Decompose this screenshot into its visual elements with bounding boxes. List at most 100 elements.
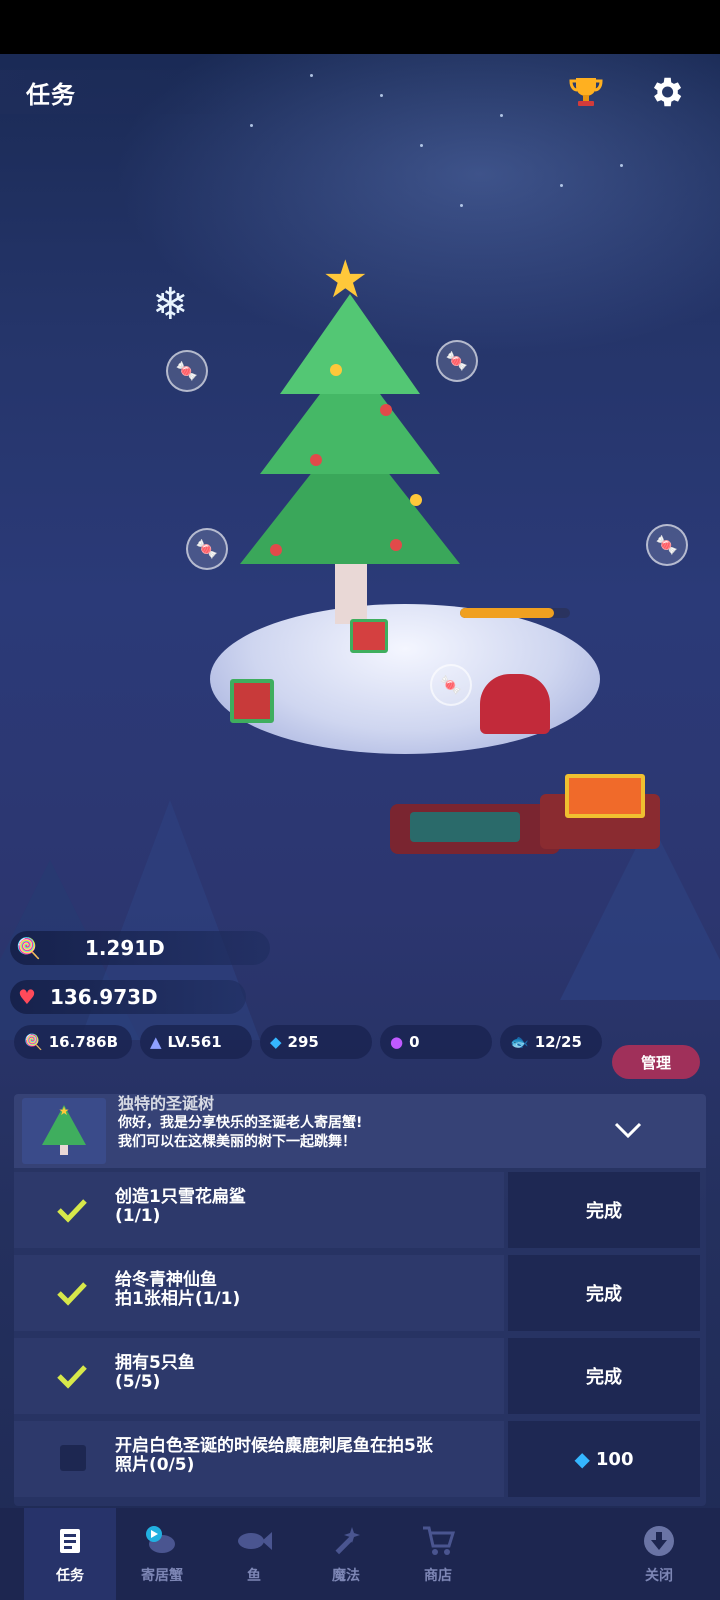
empty-checkbox-icon — [60, 1445, 86, 1471]
intro-line: 我们可以在这棵美丽的树下一起跳舞！ — [118, 1134, 356, 1150]
crab-icon — [144, 1523, 180, 1559]
nav-label: 关闭 — [645, 1568, 673, 1584]
candy-stat: 🍭 1.291D — [10, 931, 270, 965]
nav-tab-magic[interactable]: 魔法 — [300, 1508, 392, 1600]
candy-bubble-icon[interactable]: 🍬 — [186, 528, 228, 570]
ornament — [270, 544, 282, 556]
task-line: 拥有5只鱼 — [115, 1353, 195, 1373]
orb-value: 0 — [409, 1033, 420, 1051]
santa-hat — [480, 674, 550, 734]
candy-bubble-icon[interactable]: 🍬 — [430, 664, 472, 706]
task-line: (1/1) — [115, 1206, 161, 1226]
page-title: 任务 — [0, 70, 230, 114]
task-text: 拥有5只鱼 (5/5) — [115, 1354, 195, 1392]
task-description: 拥有5只鱼 (5/5) — [14, 1338, 504, 1414]
candy-bubble-icon[interactable]: 🍬 — [646, 524, 688, 566]
task-line: 创造1只雪花扁鲨 — [115, 1187, 246, 1207]
task-description: 开启白色圣诞的时候给麋鹿刺尾鱼在拍5张 照片(0/5) — [14, 1421, 504, 1497]
sky-star — [460, 204, 463, 207]
manage-button[interactable]: 管理 — [612, 1045, 700, 1079]
task-row: 拥有5只鱼 (5/5) 完成 — [14, 1338, 706, 1414]
progress-bar — [460, 608, 570, 618]
nav-label: 魔法 — [332, 1568, 360, 1584]
sky-star — [250, 124, 253, 127]
train-panel — [410, 812, 520, 842]
task-row: 开启白色圣诞的时候给麋鹿刺尾鱼在拍5张 照片(0/5) ◆ 100 — [14, 1421, 706, 1497]
sky-star — [310, 74, 313, 77]
sky-star — [500, 114, 503, 117]
complete-button[interactable]: 完成 — [508, 1338, 700, 1414]
candy-value: 1.291D — [84, 936, 165, 960]
complete-button[interactable]: 完成 — [508, 1172, 700, 1248]
gem-count: ◆ 295 — [260, 1025, 372, 1059]
fish-icon — [236, 1523, 272, 1559]
progress-fill — [460, 608, 554, 618]
hearts-stat: ♥ 136.973D — [10, 980, 246, 1014]
task-row: 创造1只雪花扁鲨 (1/1) 完成 — [14, 1172, 706, 1248]
hearts-value: 136.973D — [49, 985, 158, 1009]
orb-count: ● 0 — [380, 1025, 492, 1059]
fish-value: 12/25 — [534, 1033, 582, 1051]
candy-cane-icon: 🍭 — [16, 936, 41, 960]
heart-icon: ♥ — [18, 985, 36, 1009]
status-bar — [0, 0, 720, 54]
task-text: 创造1只雪花扁鲨 (1/1) — [115, 1188, 246, 1226]
intro-title: 独特的圣诞树 — [118, 1094, 215, 1113]
sky-star — [620, 164, 623, 167]
nav-tab-crab[interactable]: 寄居蟹 — [116, 1508, 208, 1600]
nav-label: 商店 — [424, 1568, 452, 1584]
nav-label: 鱼 — [247, 1568, 261, 1584]
crab-icon: ▲ — [150, 1033, 162, 1051]
nav-label: 任务 — [56, 1568, 84, 1584]
ornament — [390, 539, 402, 551]
gift-box — [565, 774, 645, 818]
complete-button[interactable]: 完成 — [508, 1255, 700, 1331]
bottom-nav: 任务 寄居蟹 鱼 魔法 商店 关闭 — [0, 1508, 720, 1600]
tree-star-icon: ★ — [322, 250, 369, 310]
tree-thumbnail: ★ — [22, 1098, 106, 1164]
sky-star — [380, 94, 383, 97]
candy-bubble-icon[interactable]: 🍬 — [436, 340, 478, 382]
checkmark-icon — [54, 1192, 90, 1228]
checkmark-icon — [54, 1275, 90, 1311]
settings-gear-icon[interactable] — [646, 72, 686, 112]
close-button[interactable]: 关闭 — [614, 1508, 704, 1600]
nav-label: 寄居蟹 — [141, 1568, 183, 1584]
gem-value: 295 — [287, 1033, 319, 1051]
trophy-icon[interactable] — [566, 72, 606, 112]
task-description: 给冬青神仙鱼 拍1张相片(1/1) — [14, 1255, 504, 1331]
nav-tab-tasks[interactable]: 任务 — [24, 1508, 116, 1600]
task-text: 给冬青神仙鱼 拍1张相片(1/1) — [115, 1271, 240, 1309]
christmas-tree[interactable]: ★ — [200, 250, 600, 814]
level-value: LV.561 — [167, 1033, 222, 1051]
magic-wand-icon — [328, 1523, 364, 1559]
candy-total: 🍭 16.786B — [14, 1025, 132, 1059]
shopping-cart-icon — [420, 1523, 456, 1559]
candy-bubble-icon[interactable]: 🍬 — [166, 350, 208, 392]
tree-intro: ★ 独特的圣诞树 你好，我是分享快乐的圣诞老人寄居蟹! 我们可以在这棵美丽的树下… — [14, 1094, 706, 1168]
chevron-down-icon[interactable] — [608, 1110, 648, 1150]
orb-icon: ● — [390, 1033, 404, 1051]
task-text: 开启白色圣诞的时候给麋鹿刺尾鱼在拍5张 照片(0/5) — [115, 1437, 433, 1475]
task-description: 创造1只雪花扁鲨 (1/1) — [14, 1172, 504, 1248]
gem-icon: ◆ — [270, 1033, 282, 1051]
nav-tab-shop[interactable]: 商店 — [392, 1508, 484, 1600]
nav-tab-fish[interactable]: 鱼 — [208, 1508, 300, 1600]
ornament — [410, 494, 422, 506]
toy-train[interactable] — [390, 774, 660, 864]
candy-hand-icon: 🍭 — [24, 1033, 43, 1051]
gift-box — [230, 679, 274, 723]
gift-box — [350, 619, 388, 653]
ornament — [310, 454, 322, 466]
sky-star — [420, 144, 423, 147]
task-list-icon — [52, 1523, 88, 1559]
ornament — [380, 404, 392, 416]
snowflake-fish-icon[interactable]: ❄ — [152, 279, 189, 330]
intro-description: 你好，我是分享快乐的圣诞老人寄居蟹! 我们可以在这棵美丽的树下一起跳舞！ — [118, 1114, 362, 1152]
checkmark-icon — [54, 1358, 90, 1394]
gem-reward-button[interactable]: ◆ 100 — [508, 1421, 700, 1497]
level-badge: ▲ LV.561 — [140, 1025, 252, 1059]
arrow-down-circle-icon — [641, 1523, 677, 1559]
task-panel: ★ 独特的圣诞树 你好，我是分享快乐的圣诞老人寄居蟹! 我们可以在这棵美丽的树下… — [14, 1094, 706, 1506]
gem-icon: ◆ — [574, 1447, 590, 1471]
